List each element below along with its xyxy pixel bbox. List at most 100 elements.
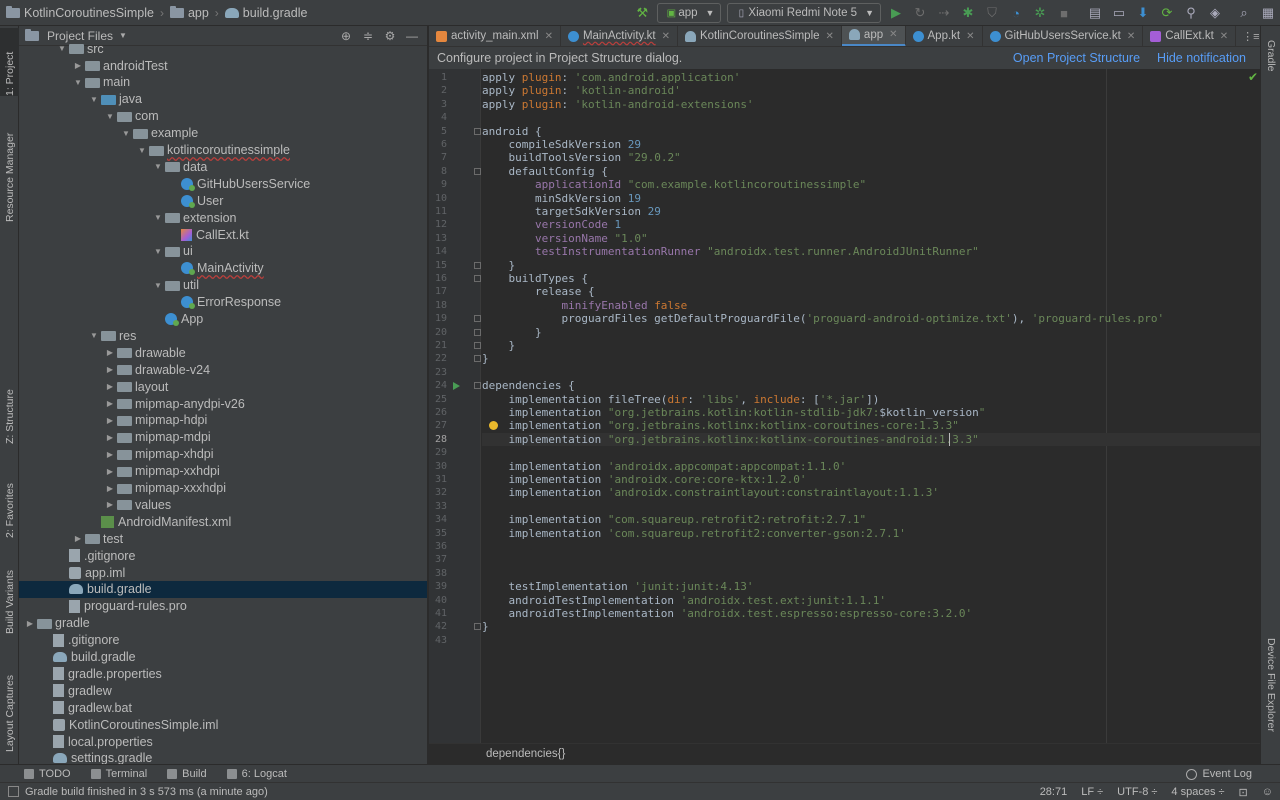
settings-grid-icon[interactable]: ▦: [1257, 2, 1279, 24]
fold-marker-icon[interactable]: [474, 623, 481, 631]
tree-item[interactable]: ▶ mipmap-xxxhdpi: [19, 480, 427, 497]
tab-layout-captures[interactable]: Layout Captures: [0, 654, 19, 752]
fold-marker-icon[interactable]: [474, 315, 481, 323]
tree-item[interactable]: MainActivity: [19, 260, 427, 277]
close-icon[interactable]: ✕: [889, 29, 897, 40]
tab-build-variants[interactable]: Build Variants: [0, 554, 19, 634]
tree-item[interactable]: gradlew: [19, 682, 427, 699]
file-encoding[interactable]: UTF-8 ÷: [1110, 786, 1164, 798]
tabs-overflow-icon[interactable]: ⋮≡: [1236, 30, 1260, 43]
editor-tab[interactable]: CallExt.kt ✕: [1143, 26, 1237, 46]
fold-marker-icon[interactable]: [474, 127, 481, 135]
tab-resource-manager[interactable]: Resource Manager: [0, 110, 19, 222]
run-gutter-icon[interactable]: [453, 382, 460, 391]
tree-item[interactable]: GitHubUsersService: [19, 175, 427, 192]
expanded-arrow-icon[interactable]: ▼: [55, 44, 69, 53]
collapsed-arrow-icon[interactable]: ▶: [71, 61, 85, 70]
debug-icon[interactable]: ✱: [957, 2, 979, 24]
inspection-ok-icon[interactable]: ✔: [1248, 70, 1258, 84]
avd-manager-icon[interactable]: ▭: [1108, 2, 1130, 24]
fold-marker-icon[interactable]: [474, 261, 481, 269]
tree-item[interactable]: AndroidManifest.xml: [19, 513, 427, 530]
sync-gradle-icon[interactable]: ⟳: [1156, 2, 1178, 24]
tree-item[interactable]: ▼ res: [19, 327, 427, 344]
tree-item[interactable]: ▶ mipmap-xhdpi: [19, 446, 427, 463]
chevron-down-icon[interactable]: ▼: [119, 31, 127, 40]
collapsed-arrow-icon[interactable]: ▶: [103, 365, 117, 374]
editor-breadcrumb-item[interactable]: dependencies{}: [486, 748, 565, 760]
collapsed-arrow-icon[interactable]: ▶: [103, 416, 117, 425]
coverage-icon[interactable]: ⛉: [981, 2, 1003, 24]
tab-project[interactable]: 1: Project: [0, 28, 19, 96]
profile-icon[interactable]: ◔: [1005, 2, 1027, 24]
tab-device-file-explorer[interactable]: Device File Explorer: [1261, 638, 1280, 758]
collapsed-arrow-icon[interactable]: ▶: [103, 484, 117, 493]
tab-terminal[interactable]: Terminal: [81, 768, 158, 780]
tree-item[interactable]: ▶ drawable-v24: [19, 361, 427, 378]
tree-item[interactable]: local.properties: [19, 733, 427, 750]
tree-item[interactable]: gradle.properties: [19, 665, 427, 682]
editor-tab[interactable]: MainActivity.kt ✕: [561, 26, 678, 46]
tree-item[interactable]: ▶ values: [19, 496, 427, 513]
lock-icon[interactable]: ⊡: [1232, 786, 1255, 799]
collapsed-arrow-icon[interactable]: ▶: [103, 399, 117, 408]
indent-setting[interactable]: 4 spaces ÷: [1164, 786, 1231, 798]
close-icon[interactable]: ✕: [1220, 31, 1228, 42]
tree-item[interactable]: CallExt.kt: [19, 226, 427, 243]
tree-item[interactable]: ▶ androidTest: [19, 57, 427, 74]
tree-item[interactable]: ▶ gradle: [19, 615, 427, 632]
stop-icon[interactable]: ■: [1053, 2, 1075, 24]
collapsed-arrow-icon[interactable]: ▶: [71, 534, 85, 543]
tab-structure[interactable]: Z: Structure: [0, 372, 19, 444]
search-icon[interactable]: ⌕: [1233, 2, 1255, 24]
tree-item[interactable]: ▼ java: [19, 91, 427, 108]
tree-item[interactable]: App: [19, 311, 427, 328]
close-icon[interactable]: ✕: [662, 31, 670, 42]
tree-item[interactable]: ▼ example: [19, 125, 427, 142]
breadcrumb-file[interactable]: build.gradle: [221, 0, 312, 26]
tree-item[interactable]: ▶ mipmap-mdpi: [19, 429, 427, 446]
tree-item[interactable]: ▼ util: [19, 277, 427, 294]
attach-debugger-icon[interactable]: ✲: [1029, 2, 1051, 24]
tree-item[interactable]: .gitignore: [19, 632, 427, 649]
expanded-arrow-icon[interactable]: ▼: [151, 162, 165, 171]
device-select[interactable]: ▯ Xiaomi Redmi Note 5 ▼: [727, 3, 881, 23]
run-configuration-select[interactable]: ▣ app ▼: [657, 3, 722, 23]
code-editor[interactable]: apply plugin: 'com.android.application' a…: [482, 69, 1260, 743]
line-separator[interactable]: LF ÷: [1074, 786, 1110, 798]
expanded-arrow-icon[interactable]: ▼: [71, 78, 85, 87]
inspector-icon[interactable]: ☺: [1255, 786, 1280, 798]
tree-item[interactable]: ▼ ui: [19, 243, 427, 260]
sdk-manager-icon[interactable]: ⬇: [1132, 2, 1154, 24]
tree-item[interactable]: ▼ extension: [19, 209, 427, 226]
caret-position[interactable]: 28:71: [1033, 786, 1075, 798]
apply-changes-icon[interactable]: ↻: [909, 2, 931, 24]
tree-item[interactable]: ▶ mipmap-xxhdpi: [19, 463, 427, 480]
tree-item[interactable]: ▼ com: [19, 108, 427, 125]
tree-item[interactable]: .gitignore: [19, 547, 427, 564]
tab-favorites[interactable]: 2: Favorites: [0, 462, 19, 538]
collapsed-arrow-icon[interactable]: ▶: [103, 450, 117, 459]
project-structure-icon[interactable]: ▤: [1084, 2, 1106, 24]
breadcrumb-project[interactable]: KotlinCoroutinesSimple: [0, 0, 158, 26]
tab-gradle[interactable]: Gradle: [1261, 40, 1280, 100]
collapsed-arrow-icon[interactable]: ▶: [103, 433, 117, 442]
fold-marker-icon[interactable]: [474, 355, 481, 363]
expanded-arrow-icon[interactable]: ▼: [151, 247, 165, 256]
editor-tab[interactable]: KotlinCoroutinesSimple ✕: [678, 26, 842, 46]
tree-item[interactable]: build.gradle: [19, 580, 427, 598]
tree-item[interactable]: ▶ mipmap-hdpi: [19, 412, 427, 429]
collapsed-arrow-icon[interactable]: ▶: [103, 467, 117, 476]
expanded-arrow-icon[interactable]: ▼: [103, 112, 117, 121]
tree-item[interactable]: ▼ main: [19, 74, 427, 91]
editor-tab[interactable]: app ✕: [841, 26, 906, 46]
breadcrumb-module[interactable]: app: [166, 0, 213, 26]
tree-item[interactable]: ▼ data: [19, 158, 427, 175]
fold-marker-icon[interactable]: [474, 328, 481, 336]
tree-item[interactable]: ▶ layout: [19, 378, 427, 395]
tree-item[interactable]: app.iml: [19, 564, 427, 581]
fold-marker-icon[interactable]: [474, 382, 481, 390]
plugin-icon[interactable]: ◈: [1204, 2, 1226, 24]
tree-item[interactable]: proguard-rules.pro: [19, 598, 427, 615]
tree-item[interactable]: ▼ src: [19, 40, 427, 57]
